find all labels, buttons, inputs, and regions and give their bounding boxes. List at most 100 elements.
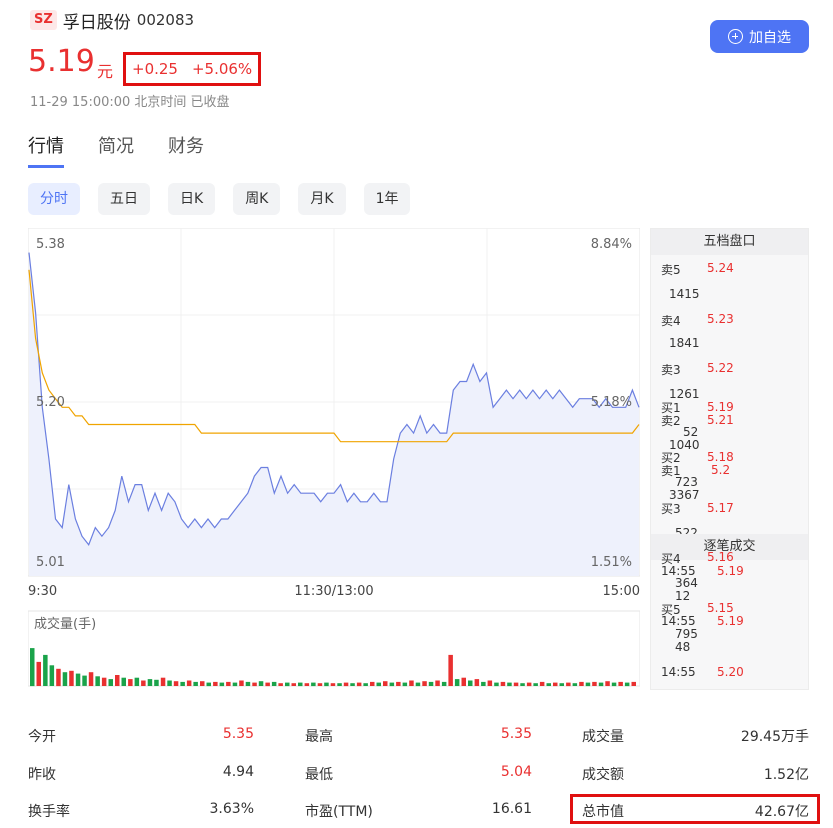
- stat-prevclose-label: 昨收: [28, 767, 56, 783]
- y-right-tick-mid: 5.18%: [591, 395, 632, 410]
- stat-volume-label: 成交量: [582, 729, 624, 745]
- volume-bar-69: [481, 681, 486, 686]
- volume-bar-65: [454, 679, 460, 686]
- volume-bar-0: [30, 648, 35, 687]
- ask5-volume: 1415: [669, 287, 700, 301]
- ask2-label: 卖2: [661, 414, 681, 428]
- volume-bar-66: [461, 677, 466, 686]
- ask3-price: 5.22: [707, 361, 734, 375]
- volume-bar-27: [206, 682, 211, 687]
- volume-bar-64: [448, 654, 453, 686]
- volume-bar-55: [389, 682, 395, 687]
- volume-bar-23: [180, 681, 185, 686]
- volume-bar-85: [585, 682, 591, 687]
- volume-bar-48: [343, 682, 349, 687]
- stat-open-value: 5.35: [222, 726, 254, 742]
- volume-bar-16: [134, 677, 140, 686]
- volume-bar-34: [252, 682, 257, 687]
- volume-bar-20: [160, 677, 166, 686]
- tab-market[interactable]: 行情: [28, 132, 64, 168]
- stat-pe-label: 市盈(TTM): [305, 804, 373, 820]
- period-tab-intraday[interactable]: 分时: [28, 183, 80, 215]
- volume-bar-12: [108, 679, 113, 686]
- volume-bar-14: [121, 677, 126, 686]
- bid3-label: 买3: [661, 502, 681, 516]
- intraday-chart[interactable]: 5.38 5.20 5.01 8.84% 5.18% 1.51% 9:30 11:30/13:…: [28, 228, 640, 690]
- volume-bar-67: [468, 680, 473, 686]
- volume-bar-54: [383, 681, 388, 686]
- bid2-volume: 723: [675, 475, 698, 489]
- volume-bar-61: [428, 681, 434, 686]
- y-left-tick-top: 5.38: [36, 237, 65, 252]
- stat-prevclose-value: 4.94: [222, 764, 254, 780]
- stat-high-label: 最高: [305, 729, 333, 745]
- volume-bar-13: [115, 675, 120, 686]
- volume-bar-8: [82, 675, 87, 686]
- volume-label: 成交量(手): [34, 616, 96, 632]
- period-tab-daily[interactable]: 日K: [168, 183, 216, 215]
- volume-bar-32: [239, 680, 244, 686]
- price-change-box: +0.25 +5.06%: [123, 52, 261, 86]
- period-tab-monthly[interactable]: 月K: [298, 183, 346, 215]
- period-tab-1year[interactable]: 1年: [363, 183, 411, 215]
- volume-bar-40: [291, 683, 296, 686]
- bid4-volume: 364: [675, 576, 698, 590]
- volume-bar-70: [487, 680, 493, 686]
- volume-bar-26: [200, 681, 205, 686]
- volume-bar-53: [376, 682, 381, 687]
- volume-bar-77: [533, 683, 538, 686]
- stat-high-value: 5.35: [500, 726, 532, 742]
- volume-bar-89: [611, 682, 617, 687]
- volume-bar-84: [579, 681, 584, 686]
- bid5-price: 5.15: [707, 601, 734, 615]
- tab-profile[interactable]: 简况: [98, 132, 134, 168]
- price-change-pct: +5.06%: [191, 60, 253, 78]
- tab-finance[interactable]: 财务: [168, 132, 204, 168]
- stock-name: 孚日股份: [62, 12, 131, 33]
- ask5-price: 5.24: [707, 261, 734, 275]
- current-price: 5.19: [28, 44, 95, 79]
- plus-circle-icon: [728, 29, 743, 44]
- main-tabs: 行情 简况 财务: [28, 132, 238, 168]
- x-tick-start: 9:30: [28, 584, 57, 599]
- volume-bar-58: [409, 680, 414, 686]
- volume-bar-82: [566, 682, 571, 687]
- add-watchlist-button[interactable]: 加自选: [710, 20, 809, 53]
- ask5-label: 卖5: [661, 263, 681, 277]
- volume-bar-17: [141, 680, 146, 686]
- volume-bar-2: [43, 654, 48, 686]
- y-left-tick-mid: 5.20: [36, 395, 65, 410]
- trade3-time: 14:55: [661, 665, 696, 679]
- trade3-price: 5.20: [717, 665, 744, 679]
- trade1-price: 5.19: [717, 564, 744, 578]
- period-tab-weekly[interactable]: 周K: [233, 183, 281, 215]
- volume-bar-60: [422, 681, 427, 686]
- period-tabs: 分时 五日 日K 周K 月K 1年: [28, 183, 428, 215]
- stat-turnover-amount-value: 1.52亿: [763, 767, 809, 783]
- volume-bar-44: [317, 683, 323, 686]
- stat-turnover-rate-value: 3.63%: [209, 801, 254, 817]
- volume-bar-63: [441, 681, 447, 686]
- order-book-title: 五档盘口: [651, 229, 808, 255]
- volume-bar-59: [415, 682, 421, 687]
- volume-bar-72: [500, 681, 506, 686]
- volume-bar-49: [350, 683, 355, 686]
- volume-bar-29: [219, 682, 225, 687]
- period-tab-5day[interactable]: 五日: [98, 183, 150, 215]
- volume-bar-56: [396, 681, 401, 686]
- ask1-price: 5.2: [711, 463, 731, 477]
- ask4-volume: 1841: [669, 336, 700, 350]
- volume-bar-7: [75, 673, 81, 686]
- volume-bar-52: [370, 681, 375, 686]
- volume-bar-50: [356, 682, 362, 687]
- volume-bar-47: [337, 683, 342, 686]
- volume-bar-87: [598, 682, 604, 687]
- volume-bar-42: [304, 683, 310, 686]
- volume-bar-46: [330, 683, 336, 686]
- volume-bar-1: [36, 661, 41, 686]
- stat-turnover-rate-label: 换手率: [28, 804, 70, 820]
- volume-bar-62: [435, 680, 440, 686]
- volume-bar-31: [232, 682, 238, 687]
- market-badge: SZ: [30, 10, 57, 30]
- volume-bar-76: [526, 682, 532, 687]
